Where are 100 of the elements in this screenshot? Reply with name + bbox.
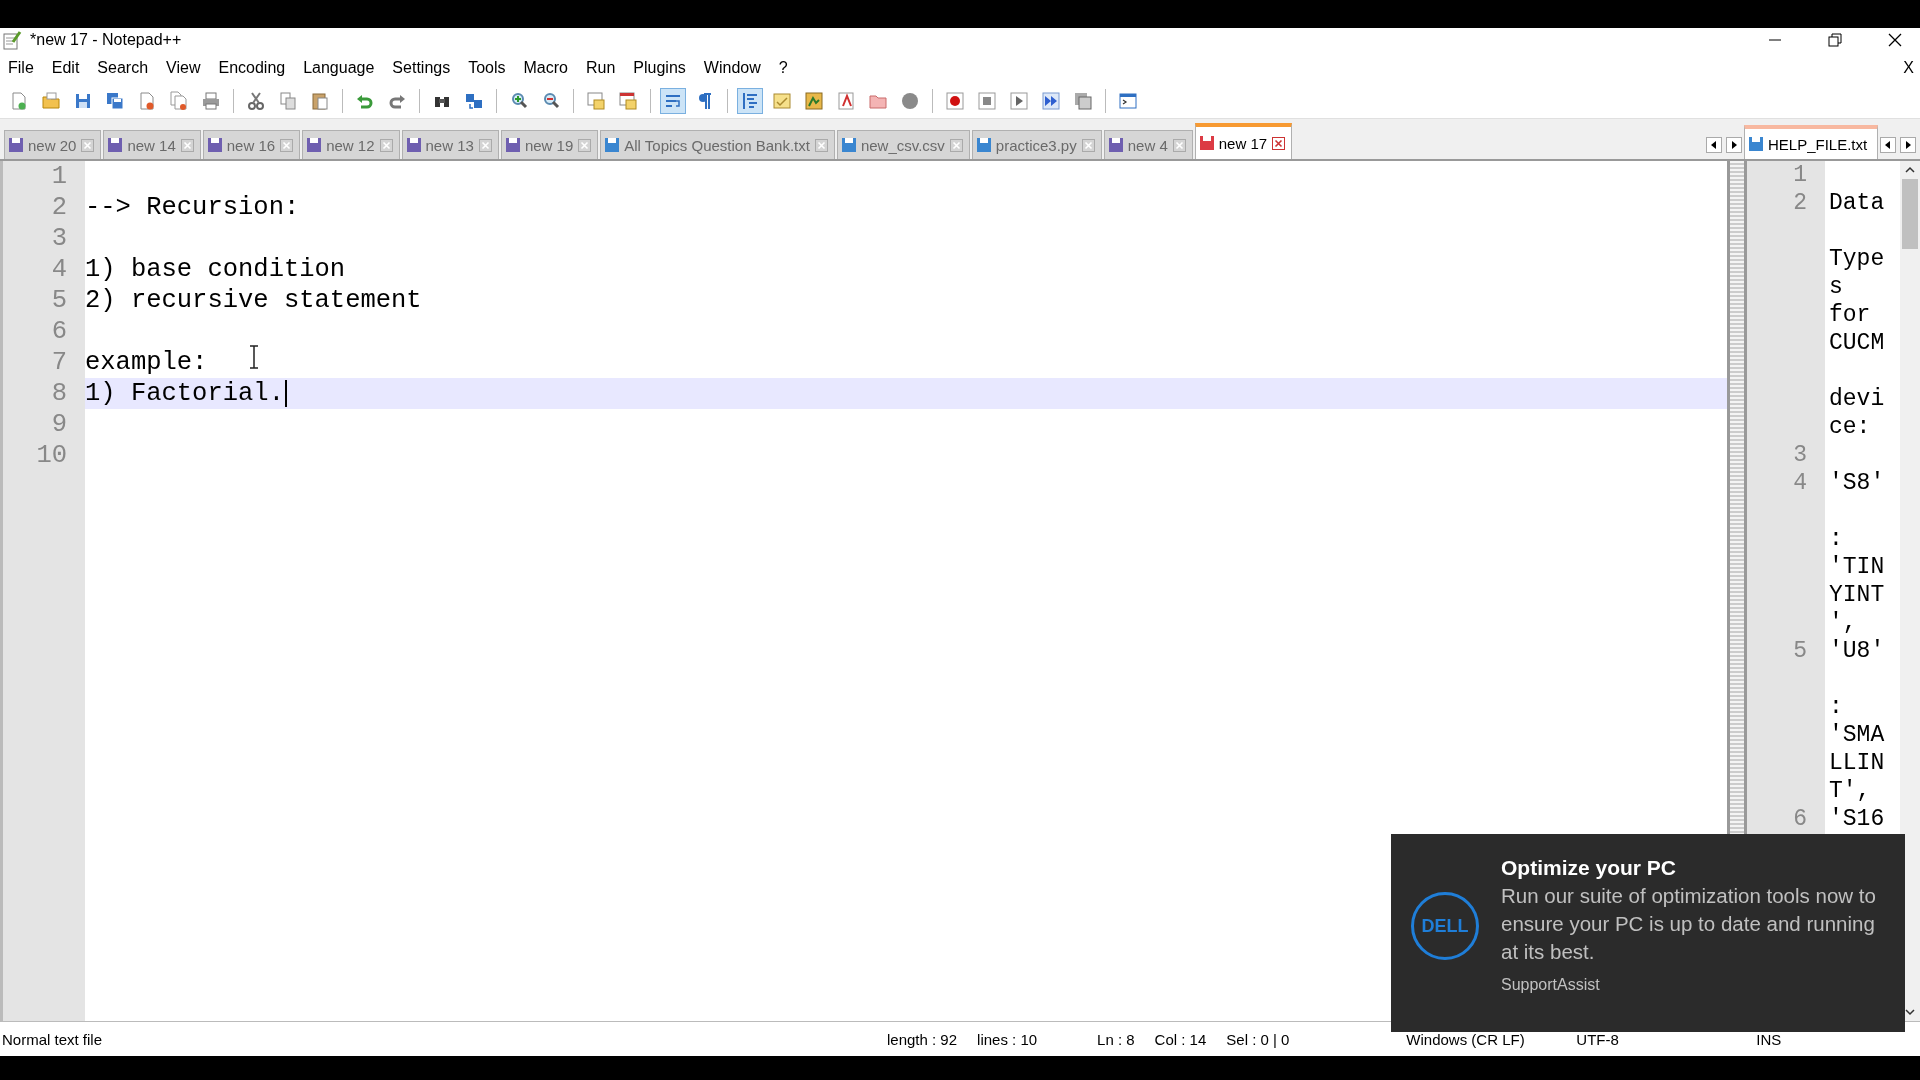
file-tab[interactable]: new 16 [202,130,301,159]
close-icon[interactable] [1888,33,1902,47]
menu-item[interactable]: Plugins [633,59,686,77]
code-line: 'U8' [1829,638,1885,664]
line-number: 1 [51,162,67,191]
file-icon [1749,137,1763,151]
file-tab[interactable]: new_csv.csv [836,130,970,159]
code-line: 'S16 [1829,806,1885,832]
line-number: 8 [51,379,67,408]
menu-item[interactable]: Tools [468,59,506,77]
close-tab-icon[interactable] [379,138,393,152]
close-tab-icon[interactable] [814,138,828,152]
code-line: : [1829,694,1843,720]
indent-guide-icon[interactable] [737,88,763,114]
menu-item[interactable]: Language [303,59,375,77]
file-icon [207,138,222,152]
code-line: : [1829,526,1843,552]
code-line: for [1829,302,1871,328]
file-tab[interactable]: HELP_FILE.txt [1744,125,1879,159]
file-tab[interactable]: All Topics Question Bank.txt [600,130,835,159]
line-number: 7 [51,348,67,377]
menu-item[interactable]: Edit [51,59,80,77]
line-number: 3 [1793,442,1807,468]
file-icon [976,138,991,152]
file-tab[interactable]: new 17 [1194,123,1293,159]
close-tab-icon[interactable] [180,138,194,152]
menu-item[interactable]: File [8,59,34,77]
line-number: 2 [1793,190,1807,216]
code-line: Type [1829,246,1885,272]
code-line: T', [1829,778,1871,804]
file-icon [406,138,421,152]
word-wrap-icon[interactable] [660,88,686,114]
scrollbar-thumb[interactable] [1902,179,1918,249]
code-line: ce: [1829,414,1871,440]
code-line: s [1829,274,1843,300]
file-tab[interactable]: new 14 [103,130,201,159]
line-number: 4 [1793,470,1807,496]
menu-item[interactable]: ? [778,59,788,77]
close-tab-icon[interactable] [1172,138,1186,152]
code-line: ', [1829,610,1857,636]
menu-item[interactable]: Settings [392,59,451,77]
code-line: --> Recursion: [85,193,300,222]
menu-item[interactable]: Window [703,59,761,77]
file-icon [9,138,23,152]
line-number: 10 [36,441,67,470]
text-cursor-icon [248,345,260,369]
file-icon [1108,138,1123,152]
tab-scroll-right-icon[interactable] [1900,137,1917,153]
close-tab-icon[interactable] [478,138,492,152]
file-tab[interactable]: new 4 [1103,130,1193,159]
file-type: Normal text file [2,1030,104,1048]
close-tab-icon[interactable] [81,138,95,152]
scroll-up-icon[interactable] [1904,165,1916,175]
insert-mode: INS [1756,1030,1782,1048]
line-number: 6 [1793,806,1807,832]
code-line: CUCM [1829,330,1885,356]
tab-scroll-left-icon[interactable] [1880,137,1897,153]
line-number: 3 [51,224,67,253]
text-caret [284,380,287,407]
column-position: Col : 14 [1154,1030,1207,1048]
lines-count: lines : 10 [977,1030,1039,1048]
code-line: 2) recursive statement [85,286,422,315]
file-icon [1199,136,1214,150]
code-line: YINT [1829,582,1885,608]
close-tab-icon[interactable] [1081,138,1095,152]
code-line: 'SMA [1829,722,1885,748]
close-tab-icon[interactable] [578,138,592,152]
code-line: devi [1829,386,1885,412]
code-line: 'S8' [1829,470,1885,496]
notification-message: Run our suite of optimization tools now to ensure your PC is up to date and running at its best. [1501,883,1877,965]
code-line: 1) Factorial. [85,379,284,408]
file-tab[interactable]: new 13 [401,130,499,159]
restore-icon[interactable] [1828,33,1842,47]
vertical-scrollbar[interactable] [1900,161,1920,1021]
menu-item[interactable]: Encoding [218,59,286,77]
menu-item[interactable]: Run [586,59,616,77]
file-tab[interactable]: new 19 [500,130,599,159]
file-tab[interactable]: new 12 [302,130,400,159]
code-line: Data [1829,190,1885,216]
line-position: Ln : 8 [1097,1030,1135,1048]
close-tab-icon[interactable] [1272,136,1286,150]
length-count: length : 92 [887,1030,958,1048]
menu-item[interactable]: Macro [523,59,568,77]
close-tab-icon[interactable] [280,138,294,152]
file-icon [841,138,856,152]
menu-item[interactable]: View [166,59,201,77]
file-tab[interactable]: practice3.py [971,130,1102,159]
file-icon [108,138,123,152]
close-document-button[interactable]: X [1903,59,1920,77]
scroll-down-icon[interactable] [1904,1007,1916,1017]
tab-scroll-left-icon[interactable] [1706,137,1722,153]
close-tab-icon[interactable] [949,138,963,152]
notification-title: Optimize your PC [1501,856,1678,880]
file-icon [505,138,520,152]
file-tab[interactable]: new 20 [4,130,102,159]
menu-item[interactable]: Search [97,59,149,77]
code-line: 1) base condition [85,255,346,284]
dell-logo: DELL [1411,892,1479,960]
tab-scroll-right-icon[interactable] [1726,137,1742,153]
notification-toast[interactable]: DELL Optimize your PC Run our suite of optimization tools now to ensure your PC is up to date and running at its best. SupportAssist [1391,834,1905,1032]
